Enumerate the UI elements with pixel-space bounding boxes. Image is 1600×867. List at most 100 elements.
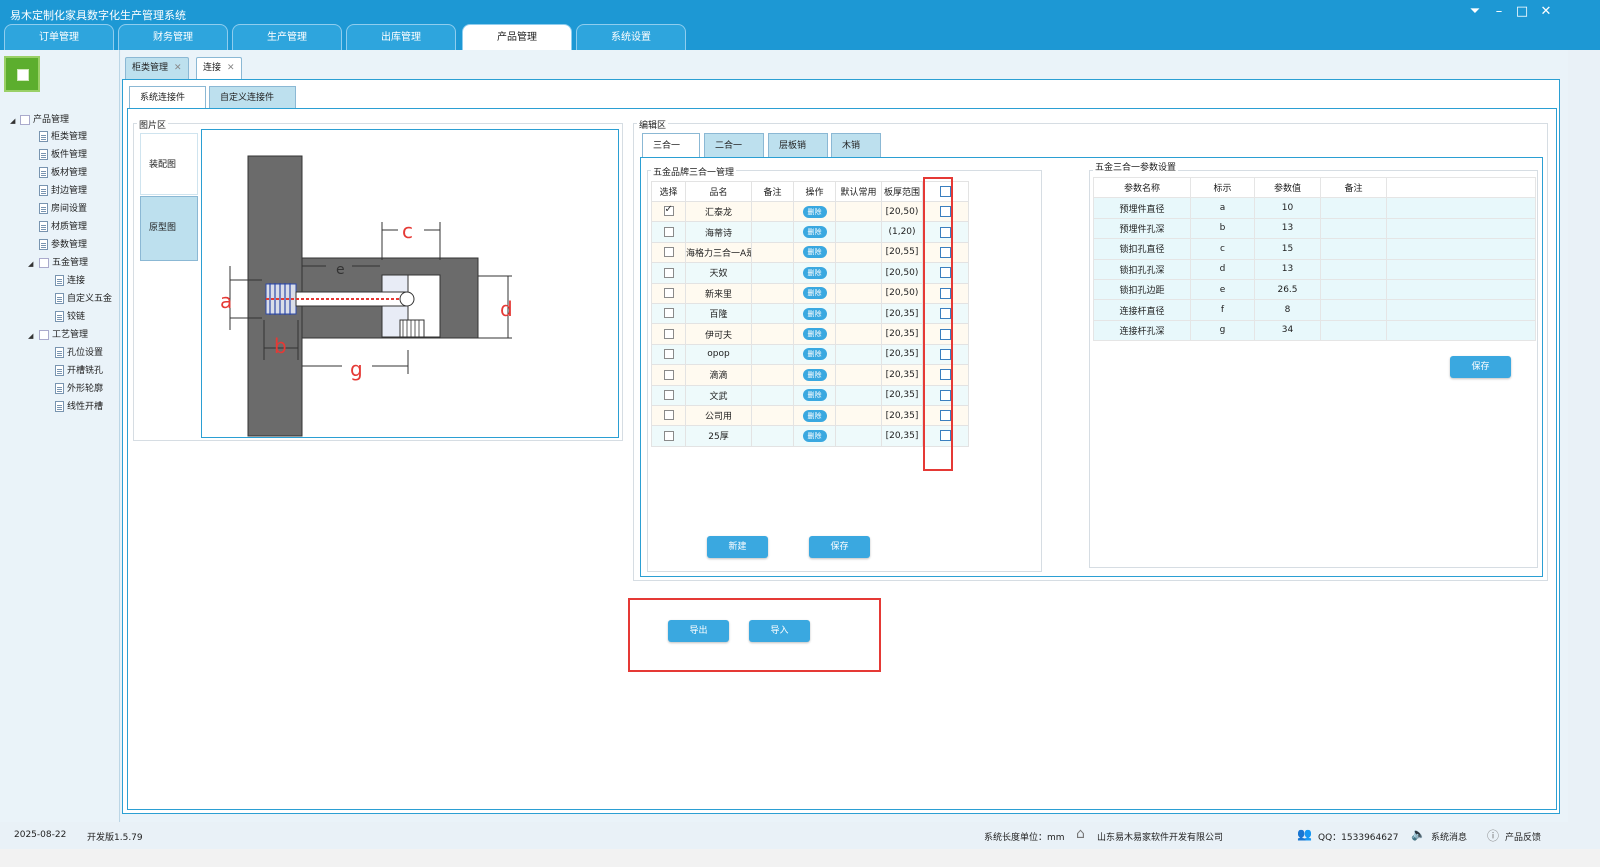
- delete-button[interactable]: 删除: [802, 328, 827, 341]
- tree-item-board[interactable]: 板材管理: [39, 166, 87, 180]
- tab-prototype-view[interactable]: 原型图: [140, 196, 198, 261]
- table-row[interactable]: 新来里 删除 [20,50): [651, 282, 969, 304]
- row-select-checkbox[interactable]: [663, 349, 674, 360]
- table-row[interactable]: 百隆 删除 [20,35]: [651, 302, 969, 325]
- info-icon[interactable]: ⓘ: [1487, 827, 1499, 844]
- tab-assembly-view[interactable]: 装配图: [140, 133, 198, 195]
- delete-button[interactable]: 删除: [802, 307, 827, 320]
- delete-button[interactable]: 删除: [802, 205, 827, 218]
- param-value[interactable]: 15: [1254, 238, 1321, 260]
- tree-item-cabinet[interactable]: 柜类管理: [39, 130, 87, 144]
- tree-item-panel[interactable]: 板件管理: [39, 148, 87, 162]
- param-note[interactable]: [1320, 319, 1387, 342]
- param-value[interactable]: 34: [1254, 319, 1321, 342]
- row-select-checkbox[interactable]: [663, 308, 674, 319]
- doc-tab-cabinet[interactable]: 柜类管理 ✕: [125, 57, 189, 79]
- row-select-checkbox[interactable]: [663, 288, 674, 298]
- tree-item-hinge[interactable]: 铰链: [55, 310, 85, 324]
- tree-item-groove[interactable]: 开槽铣孔: [55, 364, 103, 378]
- param-note[interactable]: [1320, 278, 1387, 301]
- table-row[interactable]: 伊可夫 删除 [20,35]: [651, 323, 969, 345]
- status-messages[interactable]: 系统消息: [1431, 830, 1467, 843]
- maximize-icon[interactable]: □: [1513, 4, 1531, 19]
- table-row[interactable]: 海蒂诗 删除 (1,20): [651, 221, 969, 243]
- row-select-checkbox[interactable]: [663, 389, 674, 400]
- tree-item-params[interactable]: 参数管理: [39, 238, 87, 252]
- save-brands-button[interactable]: 保存: [809, 536, 870, 558]
- row-select-checkbox[interactable]: [663, 226, 674, 237]
- table-row[interactable]: 预埋件直径 a 10: [1093, 197, 1536, 219]
- table-row[interactable]: 文武 删除 [20,35]: [651, 384, 969, 406]
- table-row[interactable]: 锁扣孔直径 c 15: [1093, 238, 1536, 260]
- tree-item-material[interactable]: 材质管理: [39, 220, 87, 234]
- table-row[interactable]: 连接杆孔深 g 34: [1093, 319, 1536, 342]
- save-params-button[interactable]: 保存: [1450, 356, 1511, 378]
- export-button[interactable]: 导出: [668, 620, 729, 642]
- param-value[interactable]: 13: [1254, 217, 1321, 240]
- speaker-icon[interactable]: 🔈: [1411, 827, 1426, 841]
- delete-button[interactable]: 删除: [802, 429, 827, 442]
- close-tab-icon[interactable]: ✕: [174, 63, 182, 73]
- table-row[interactable]: 滴滴 删除 [20,35]: [651, 364, 969, 386]
- table-row[interactable]: 25厚 删除 [20,35]: [651, 425, 969, 447]
- tab-three-in-one[interactable]: 三合一: [642, 133, 700, 158]
- tree-item-edge[interactable]: 封边管理: [39, 184, 87, 198]
- param-value[interactable]: 10: [1254, 197, 1321, 219]
- dropdown-icon[interactable]: ⏷: [1466, 4, 1484, 19]
- param-note[interactable]: [1320, 217, 1387, 240]
- menu-tab-orders[interactable]: 订单管理: [4, 24, 114, 50]
- tab-shelf-pin[interactable]: 层板销: [768, 133, 828, 158]
- param-value[interactable]: 8: [1254, 299, 1321, 321]
- tab-two-in-one[interactable]: 二合一: [704, 133, 764, 158]
- param-note[interactable]: [1320, 258, 1387, 280]
- table-row[interactable]: 预埋件孔深 b 13: [1093, 217, 1536, 240]
- menu-tab-finance[interactable]: 财务管理: [118, 24, 228, 50]
- tree-item-linear[interactable]: 线性开槽: [55, 400, 103, 414]
- row-select-checkbox[interactable]: [663, 204, 674, 217]
- delete-button[interactable]: 删除: [802, 226, 827, 239]
- tree-item-room[interactable]: 房间设置: [39, 202, 87, 216]
- param-note[interactable]: [1320, 299, 1387, 321]
- subtab-custom-connector[interactable]: 自定义连接件: [209, 86, 296, 109]
- row-select-checkbox[interactable]: [663, 430, 674, 441]
- row-select-checkbox[interactable]: [663, 410, 674, 421]
- table-row[interactable]: 连接杆直径 f 8: [1093, 299, 1536, 321]
- menu-tab-settings[interactable]: 系统设置: [576, 24, 686, 50]
- delete-button[interactable]: 删除: [802, 389, 827, 402]
- delete-button[interactable]: 删除: [802, 246, 827, 259]
- menu-tab-outbound[interactable]: 出库管理: [346, 24, 456, 50]
- tab-dowel[interactable]: 木销: [831, 133, 881, 158]
- tree-node-hardware[interactable]: 五金管理: [39, 256, 88, 270]
- table-row[interactable]: 公司用 删除 [20,35]: [651, 404, 969, 427]
- delete-button[interactable]: 删除: [802, 368, 827, 381]
- param-value[interactable]: 26.5: [1254, 278, 1321, 301]
- delete-button[interactable]: 删除: [802, 287, 827, 300]
- delete-button[interactable]: 删除: [802, 266, 827, 279]
- close-tab-icon[interactable]: ✕: [227, 63, 235, 73]
- menu-tab-production[interactable]: 生产管理: [232, 24, 342, 50]
- import-button[interactable]: 导入: [749, 620, 810, 642]
- subtab-system-connector[interactable]: 系统连接件: [129, 86, 206, 109]
- tree-node-craft[interactable]: 工艺管理: [39, 328, 88, 342]
- delete-button[interactable]: 删除: [802, 348, 827, 361]
- param-value[interactable]: 13: [1254, 258, 1321, 280]
- table-row[interactable]: 汇泰龙 删除 [20,50): [651, 200, 969, 223]
- minimize-icon[interactable]: –: [1490, 4, 1508, 19]
- table-row[interactable]: 海格力三合一A是 删除 [20,55]: [651, 241, 969, 264]
- new-button[interactable]: 新建: [707, 536, 768, 558]
- table-row[interactable]: 锁扣孔孔深 d 13: [1093, 258, 1536, 280]
- doc-tab-connect[interactable]: 连接 ✕: [196, 57, 242, 79]
- tree-node-product[interactable]: 产品管理: [20, 113, 69, 127]
- close-icon[interactable]: ✕: [1537, 4, 1555, 19]
- menu-tab-product[interactable]: 产品管理: [462, 24, 572, 50]
- table-row[interactable]: 天奴 删除 [20,50): [651, 262, 969, 284]
- delete-button[interactable]: 删除: [802, 409, 827, 422]
- row-select-checkbox[interactable]: [663, 328, 674, 339]
- tree-item-connect[interactable]: 连接: [55, 274, 85, 288]
- row-select-checkbox[interactable]: [663, 247, 674, 258]
- tree-item-custom-hardware[interactable]: 自定义五金: [55, 292, 112, 306]
- table-row[interactable]: 锁扣孔边距 e 26.5: [1093, 278, 1536, 301]
- status-feedback[interactable]: 产品反馈: [1505, 830, 1541, 843]
- row-select-checkbox[interactable]: [663, 369, 674, 380]
- tree-item-hole[interactable]: 孔位设置: [55, 346, 103, 360]
